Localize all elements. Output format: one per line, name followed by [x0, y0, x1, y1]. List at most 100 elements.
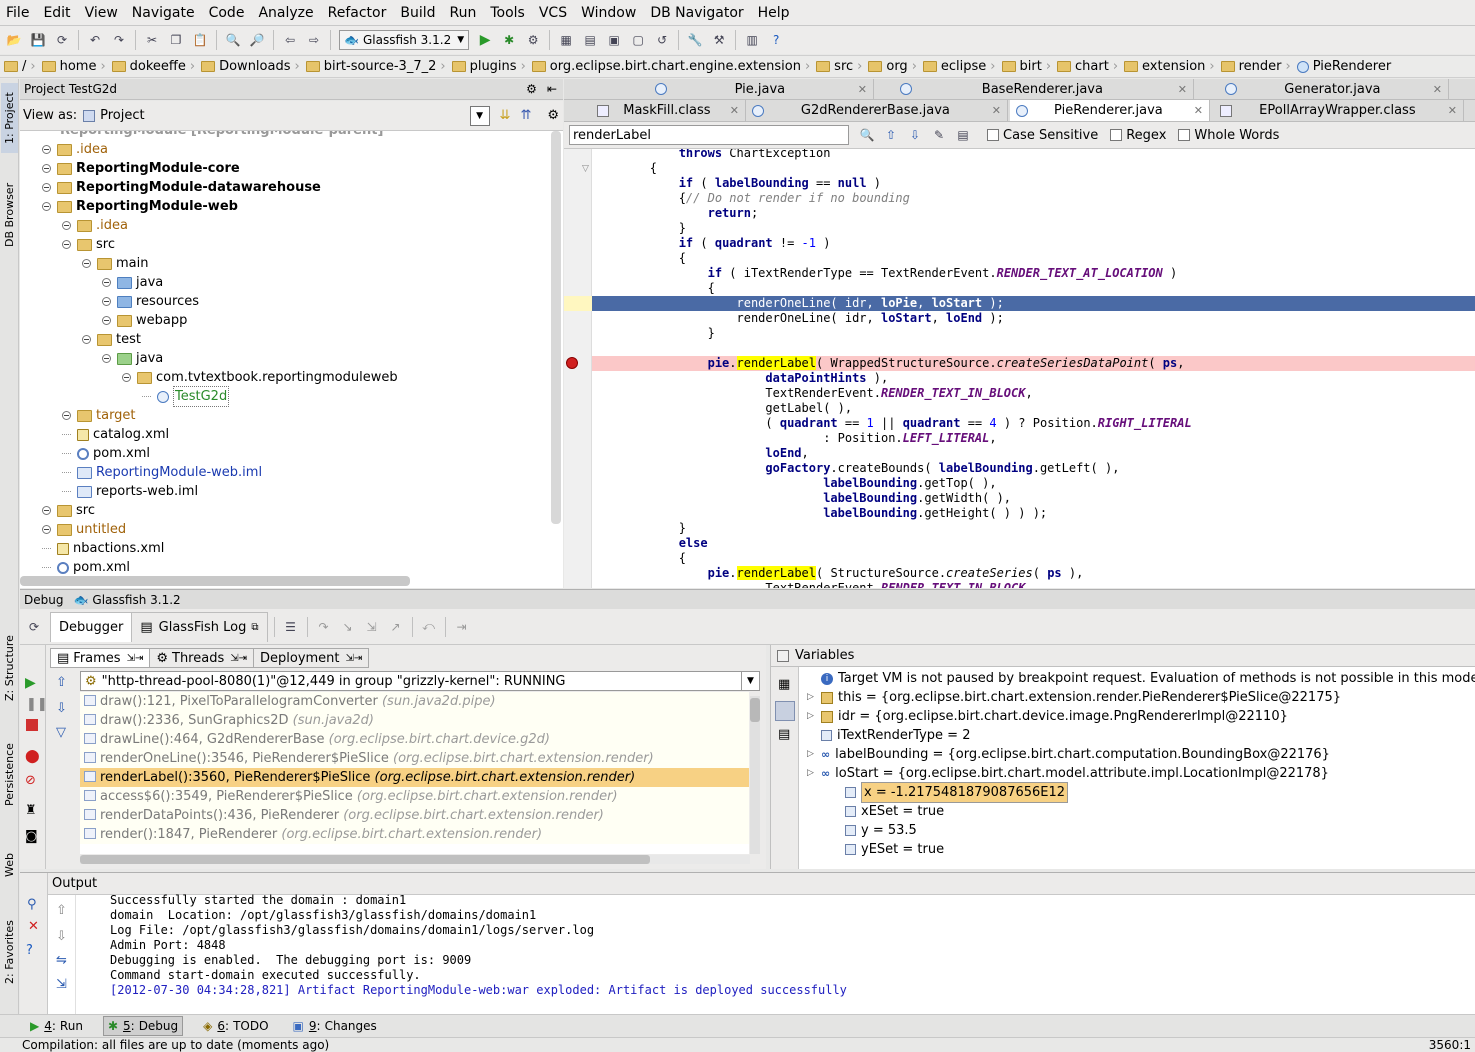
- menu-run[interactable]: Run: [450, 0, 477, 26]
- frame-down-icon[interactable]: ⇩: [56, 701, 67, 716]
- tool-window-run[interactable]: ▶ 4: Run: [26, 1017, 87, 1035]
- close-icon[interactable]: ✕: [730, 104, 739, 117]
- code-line[interactable]: dataPointHints ),: [592, 371, 1475, 386]
- step-into-icon[interactable]: ↘: [338, 617, 358, 637]
- paste-icon[interactable]: 📋: [190, 30, 210, 50]
- menu-edit[interactable]: Edit: [43, 0, 70, 26]
- variable-row[interactable]: ▷ ∞ loStart = {org.eclipse.birt.chart.mode…: [807, 764, 1329, 783]
- db-browser-tool-tab[interactable]: DB Browser: [1, 175, 18, 255]
- help-icon[interactable]: ?: [26, 943, 33, 958]
- code-line[interactable]: pie.renderLabel( WrappedStructureSource.…: [592, 356, 1475, 371]
- code-line[interactable]: TextRenderEvent.RENDER_TEXT_IN_BLOCK,: [592, 581, 1475, 588]
- tab-debugger[interactable]: Debugger: [50, 611, 133, 642]
- debug-icon[interactable]: ✱: [499, 30, 519, 50]
- tab-frames[interactable]: ▤ Frames ⇲⇥: [50, 648, 151, 668]
- tab-glassfish-log[interactable]: ▤ GlassFish Log ⧉: [132, 611, 268, 642]
- breadcrumb-item[interactable]: eclipse ›: [922, 59, 996, 74]
- menu-navigate[interactable]: Navigate: [132, 0, 195, 26]
- close-icon[interactable]: ✕: [1448, 104, 1457, 117]
- code-line[interactable]: if ( labelBounding == null ): [592, 176, 1475, 191]
- forward-icon[interactable]: ⇨: [304, 30, 324, 50]
- breadcrumb-item[interactable]: dokeeffe ›: [111, 59, 195, 74]
- variable-row[interactable]: x = -1.2175481879087656E12: [831, 782, 1069, 803]
- expander-icon[interactable]: [62, 221, 71, 230]
- breadcrumb-item[interactable]: home ›: [41, 59, 106, 74]
- tree-vertical-scrollbar[interactable]: [551, 131, 561, 524]
- variable-row[interactable]: y = 53.5: [831, 821, 917, 840]
- rollback-icon[interactable]: ↺: [652, 30, 672, 50]
- select-all-occurrences-icon[interactable]: ▤: [953, 125, 973, 145]
- tree-item[interactable]: .idea: [42, 140, 108, 159]
- menu-build[interactable]: Build: [400, 0, 435, 26]
- profile-icon[interactable]: ⚙: [523, 30, 543, 50]
- rerun-icon[interactable]: ⟳: [24, 617, 44, 637]
- stack-frame[interactable]: drawLine():464, G2dRendererBase (org.ecl…: [80, 730, 749, 749]
- code-line[interactable]: {// Do not render if no bounding: [592, 191, 1475, 206]
- save-icon[interactable]: 💾: [28, 30, 48, 50]
- layout-icon[interactable]: ▣: [604, 30, 624, 50]
- editor-tab[interactable]: BaseRenderer.java ✕: [894, 79, 1194, 99]
- view-breakpoints-icon[interactable]: ⬤: [25, 749, 40, 764]
- variable-row[interactable]: ▷ this = {org.eclipse.birt.chart.extensio…: [807, 688, 1341, 707]
- tree-item[interactable]: java: [102, 349, 163, 368]
- show-execution-point-icon[interactable]: ☰: [281, 617, 301, 637]
- stack-frame[interactable]: render():1847, PieRenderer (org.eclipse.…: [80, 825, 749, 844]
- expander-icon[interactable]: [42, 202, 51, 211]
- code-line[interactable]: {: [592, 281, 1475, 296]
- code-line[interactable]: labelBounding.getTop( ),: [592, 476, 1475, 491]
- web-tool-tab[interactable]: Web: [1, 845, 18, 885]
- stack-frame[interactable]: renderLabel():3560, PieRenderer$PieSlice…: [80, 768, 749, 787]
- pin-icon[interactable]: ⇲⇥: [346, 653, 363, 664]
- breadcrumb-item[interactable]: Downloads ›: [201, 59, 300, 74]
- step-over-icon[interactable]: ↷: [314, 617, 334, 637]
- tree-item[interactable]: reports-web.iml: [62, 482, 198, 501]
- close-icon[interactable]: ✕: [858, 83, 867, 96]
- code-line[interactable]: ( quadrant == 1 || quadrant == 4 ) ? Pos…: [592, 416, 1475, 431]
- evaluate-icon[interactable]: [775, 701, 795, 721]
- expander-icon[interactable]: [42, 525, 51, 534]
- menu-db-navigator[interactable]: DB Navigator: [650, 0, 743, 26]
- code-line[interactable]: if ( quadrant != -1 ): [592, 236, 1475, 251]
- find-icon[interactable]: 🔍: [857, 125, 877, 145]
- code-line[interactable]: labelBounding.getHeight( ) ) );: [592, 506, 1475, 521]
- tree-item[interactable]: .idea: [62, 216, 128, 235]
- camera-icon[interactable]: ◙: [25, 829, 38, 844]
- tree-item[interactable]: test: [82, 330, 141, 349]
- menu-refactor[interactable]: Refactor: [328, 0, 387, 26]
- fold-marker-icon[interactable]: ▽: [582, 164, 589, 174]
- replace-icon[interactable]: 🔎: [247, 30, 267, 50]
- variable-row[interactable]: xESet = true: [831, 802, 944, 821]
- close-icon[interactable]: ✕: [1178, 83, 1187, 96]
- help-icon[interactable]: ?: [766, 30, 786, 50]
- variable-row[interactable]: yESet = true: [831, 840, 944, 859]
- variable-row[interactable]: i Target VM is not paused by breakpoint r…: [807, 669, 1475, 688]
- tree-item[interactable]: ReportingModule-core: [42, 159, 240, 178]
- code-line[interactable]: pie.renderLabel( StructureSource.createS…: [592, 566, 1475, 581]
- sync-icon[interactable]: ⟳: [52, 30, 72, 50]
- code-line[interactable]: {: [592, 551, 1475, 566]
- close-icon[interactable]: ✕: [1433, 83, 1442, 96]
- tree-item[interactable]: pom.xml: [62, 444, 150, 463]
- settings-icon[interactable]: ⚙: [547, 108, 559, 123]
- find-icon[interactable]: 🔍: [223, 30, 243, 50]
- expander-icon[interactable]: [62, 240, 71, 249]
- thread-select[interactable]: ⚙ "http-thread-pool-8080(1)"@12,449 in g…: [80, 671, 760, 691]
- editor-tab[interactable]: Generator.java ✕: [1219, 79, 1449, 99]
- run-config-select[interactable]: 🐟 Glassfish 3.1.2 ▼: [339, 30, 470, 50]
- gear-icon[interactable]: ⚙: [526, 82, 537, 96]
- code-line[interactable]: loEnd,: [592, 446, 1475, 461]
- close-log-icon[interactable]: ⧉: [251, 622, 258, 633]
- hide-icon[interactable]: ⇤: [547, 82, 557, 96]
- cut-icon[interactable]: ✂: [142, 30, 162, 50]
- editor-tab[interactable]: Pie.java ✕: [649, 79, 874, 99]
- tree-item[interactable]: ReportingModule-datawarehouse: [42, 178, 321, 197]
- code-editor[interactable]: throws ChartException { if ( labelBoundi…: [592, 149, 1475, 588]
- tree-item[interactable]: pom.xml: [42, 558, 130, 577]
- redo-icon[interactable]: ↷: [109, 30, 129, 50]
- watch-icon[interactable]: ▦: [778, 677, 790, 692]
- step-out-icon[interactable]: ↗: [386, 617, 406, 637]
- pin-icon[interactable]: ⇲⇥: [230, 653, 247, 664]
- expander-icon[interactable]: ▷: [807, 707, 817, 726]
- favorites-tool-tab[interactable]: 2: Favorites: [1, 911, 18, 993]
- scroll-to-end-icon[interactable]: ⇲: [56, 977, 67, 992]
